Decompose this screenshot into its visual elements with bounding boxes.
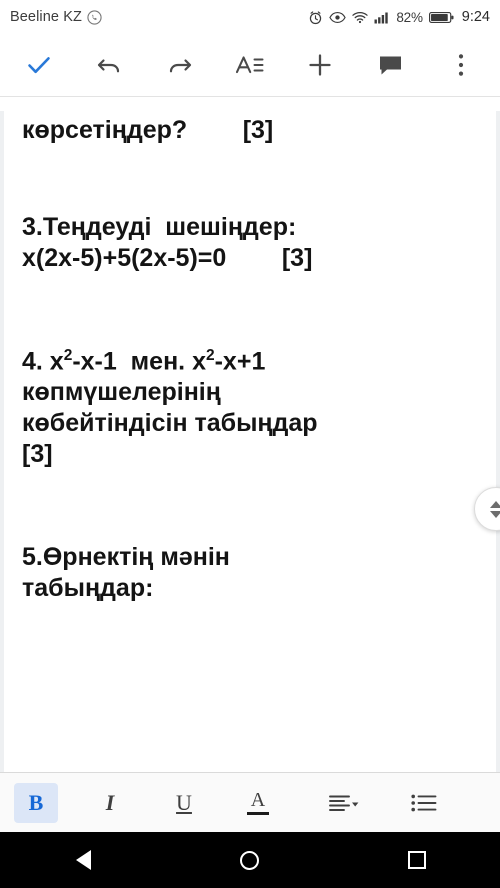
home-icon [240,850,260,870]
doc-spacer-2 [22,274,478,346]
nav-back-button[interactable] [48,840,118,880]
nav-home-button[interactable] [215,840,285,880]
top-clip-mask [0,97,500,111]
doc-line-3-part-a: 4. x [22,347,64,376]
redo-button[interactable] [157,42,203,88]
doc-line-3-sup-2: 2 [205,347,215,364]
italic-button[interactable]: I [88,783,132,823]
insert-button[interactable] [297,42,343,88]
text-format-button[interactable] [227,42,273,88]
overflow-menu-button[interactable] [438,42,484,88]
scroll-up-icon[interactable] [490,500,500,508]
status-right-group: 82% 9:24 [308,9,490,25]
bold-button[interactable]: B [14,782,58,823]
undo-button[interactable] [86,42,132,88]
document-scroll-area[interactable]: көрсетіңдер? [3] 3.Теңдеуді шешіңдер: x(… [0,97,500,772]
battery-icon [428,11,454,24]
doc-line-6: [3] [22,440,53,469]
doc-line-3-part-c: -x+1 [214,347,266,376]
doc-line-5: көбейтіндісін табыңдар [22,409,318,438]
align-button[interactable] [322,783,366,823]
doc-spacer-1 [22,146,478,212]
doc-line-1: 3.Теңдеуді шешіңдер: [22,213,297,241]
nav-recents-button[interactable] [382,840,452,880]
system-nav-bar [0,832,500,888]
text-color-icon: A [247,790,269,815]
comment-button[interactable] [368,42,414,88]
battery-percent-label: 82% [396,9,423,25]
underline-button[interactable]: U [162,783,206,823]
doc-line-7: 5.Өрнектің мәнін [22,543,230,572]
bullet-list-button[interactable] [402,783,446,823]
doc-spacer-3 [22,470,478,542]
doc-line-2: x(2x-5)+5(2x-5)=0 [3] [22,244,313,272]
doc-line-4: көпмүшелерінің [22,378,221,407]
status-bar: Beeline KZ 82% 9:24 [0,0,500,34]
text-color-swatch [247,812,269,815]
back-icon [75,850,91,870]
doc-line-3: 4. x2-x-1 мен. x2-x+1 [22,346,478,377]
signal-icon [374,11,390,24]
accept-button[interactable] [16,42,62,88]
phone-screen: Beeline KZ 82% 9:24 көрсетіңдер? [3] 3.Т… [0,0,500,888]
recents-icon [407,851,426,869]
editor-toolbar [0,34,500,96]
alarm-icon [308,10,323,25]
doc-line-0: көрсетіңдер? [3] [22,116,274,144]
carrier-label: Beeline KZ [10,9,82,25]
wifi-icon [352,11,368,24]
doc-line-8: табыңдар: [22,574,154,603]
doc-line-3-part-b: -x-1 мен. x [72,347,206,376]
scroll-down-icon[interactable] [490,510,500,518]
text-color-button[interactable]: A [236,783,280,823]
format-toolbar: B I U A [0,772,500,832]
eye-icon [329,11,347,24]
whatsapp-icon [87,9,102,25]
clock-label: 9:24 [461,9,490,25]
document-body[interactable]: көрсетіңдер? [3] 3.Теңдеуді шешіңдер: x(… [0,97,500,604]
text-color-letter: A [250,789,266,811]
